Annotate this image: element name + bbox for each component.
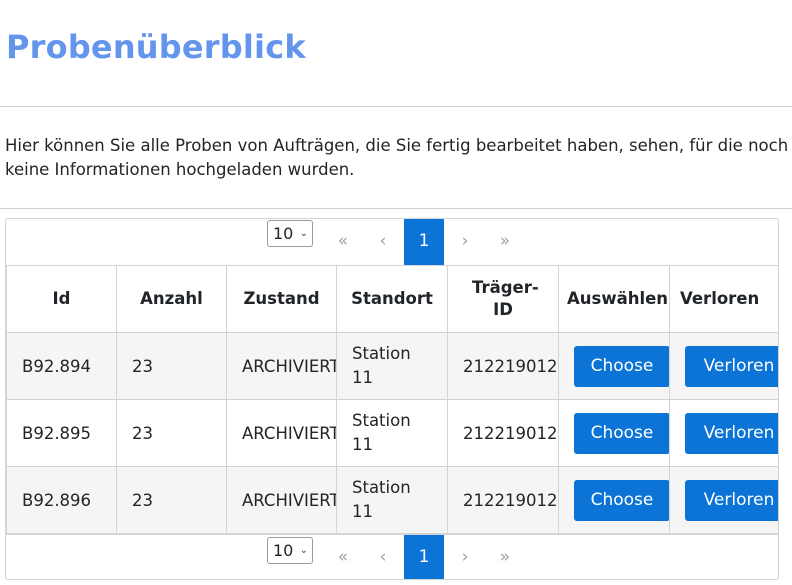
cell-standort: Station 11 (336, 332, 448, 400)
column-header-auswaehlen[interactable]: Auswählen (558, 265, 670, 333)
cell-id: B92.895 (6, 399, 117, 467)
chevron-down-icon: ⌄ (299, 545, 308, 556)
pagination-top: 10 ⌄ « ‹ 1 › » (6, 219, 778, 266)
last-page-button[interactable]: » (486, 535, 524, 579)
lost-button[interactable]: Verloren (685, 412, 778, 454)
table-row: B92.895 23 ARCHIVIERT Station 11 2122190… (6, 399, 778, 467)
lost-button[interactable]: Verloren (685, 479, 778, 521)
table-header-row: Id Anzahl Zustand Standort Träger-ID Aus… (6, 265, 778, 333)
cell-anzahl: 23 (116, 399, 227, 467)
table-row: B92.894 23 ARCHIVIERT Station 11 2122190… (6, 332, 778, 400)
cell-anzahl: 23 (116, 332, 227, 400)
page-size-value: 10 (273, 541, 294, 560)
column-header-verloren[interactable]: Verloren (669, 265, 778, 333)
column-header-standort[interactable]: Standort (336, 265, 448, 333)
cell-id: B92.894 (6, 332, 117, 400)
cell-lost: Verloren (669, 466, 778, 534)
page-title: Probenüberblick (6, 28, 306, 66)
last-page-button[interactable]: » (486, 219, 524, 265)
cell-traeger-id: 2122190121 (447, 332, 559, 400)
next-page-button[interactable]: › (446, 535, 484, 579)
cell-choose: Choose (558, 399, 670, 467)
current-page-button[interactable]: 1 (404, 535, 444, 579)
cell-standort: Station 11 (336, 466, 448, 534)
samples-table-panel: 10 ⌄ « ‹ 1 › » Id Anzahl Zustand Standor… (5, 218, 779, 580)
cell-choose: Choose (558, 332, 670, 400)
previous-page-button[interactable]: ‹ (364, 219, 402, 265)
column-header-zustand[interactable]: Zustand (226, 265, 337, 333)
cell-zustand: ARCHIVIERT (226, 466, 337, 534)
page-size-value: 10 (273, 224, 294, 243)
chevron-down-icon: ⌄ (299, 228, 308, 239)
choose-button[interactable]: Choose (574, 479, 669, 521)
cell-lost: Verloren (669, 332, 778, 400)
cell-anzahl: 23 (116, 466, 227, 534)
cell-lost: Verloren (669, 399, 778, 467)
cell-choose: Choose (558, 466, 670, 534)
intro-text: Hier können Sie alle Proben von Aufträge… (5, 136, 789, 179)
lost-button[interactable]: Verloren (685, 345, 778, 387)
cell-standort-label: Station 11 (352, 411, 411, 454)
cell-standort: Station 11 (336, 399, 448, 467)
pagination-bottom: 10 ⌄ « ‹ 1 › » (6, 534, 778, 579)
table-row: B92.896 23 ARCHIVIERT Station 11 2122190… (6, 466, 778, 534)
column-header-traeger-id[interactable]: Träger-ID (447, 265, 559, 333)
first-page-button[interactable]: « (324, 535, 362, 579)
column-header-id[interactable]: Id (6, 265, 117, 333)
cell-zustand: ARCHIVIERT (226, 332, 337, 400)
divider (0, 208, 792, 209)
samples-table: Id Anzahl Zustand Standort Träger-ID Aus… (6, 265, 778, 534)
cell-standort-label: Station 11 (352, 478, 411, 521)
page-size-select[interactable]: 10 ⌄ (267, 220, 313, 247)
current-page-button[interactable]: 1 (404, 219, 444, 265)
cell-id: B92.896 (6, 466, 117, 534)
cell-standort-label: Station 11 (352, 344, 411, 387)
column-header-traeger-id-label: Träger-ID (472, 278, 539, 319)
cell-zustand: ARCHIVIERT (226, 399, 337, 467)
column-header-anzahl[interactable]: Anzahl (116, 265, 227, 333)
cell-traeger-id: 2122190121 (447, 399, 559, 467)
divider (0, 106, 792, 107)
cell-traeger-id: 2122190121 (447, 466, 559, 534)
first-page-button[interactable]: « (324, 219, 362, 265)
choose-button[interactable]: Choose (574, 345, 669, 387)
previous-page-button[interactable]: ‹ (364, 535, 402, 579)
next-page-button[interactable]: › (446, 219, 484, 265)
page-size-select[interactable]: 10 ⌄ (267, 537, 313, 564)
choose-button[interactable]: Choose (574, 412, 669, 454)
